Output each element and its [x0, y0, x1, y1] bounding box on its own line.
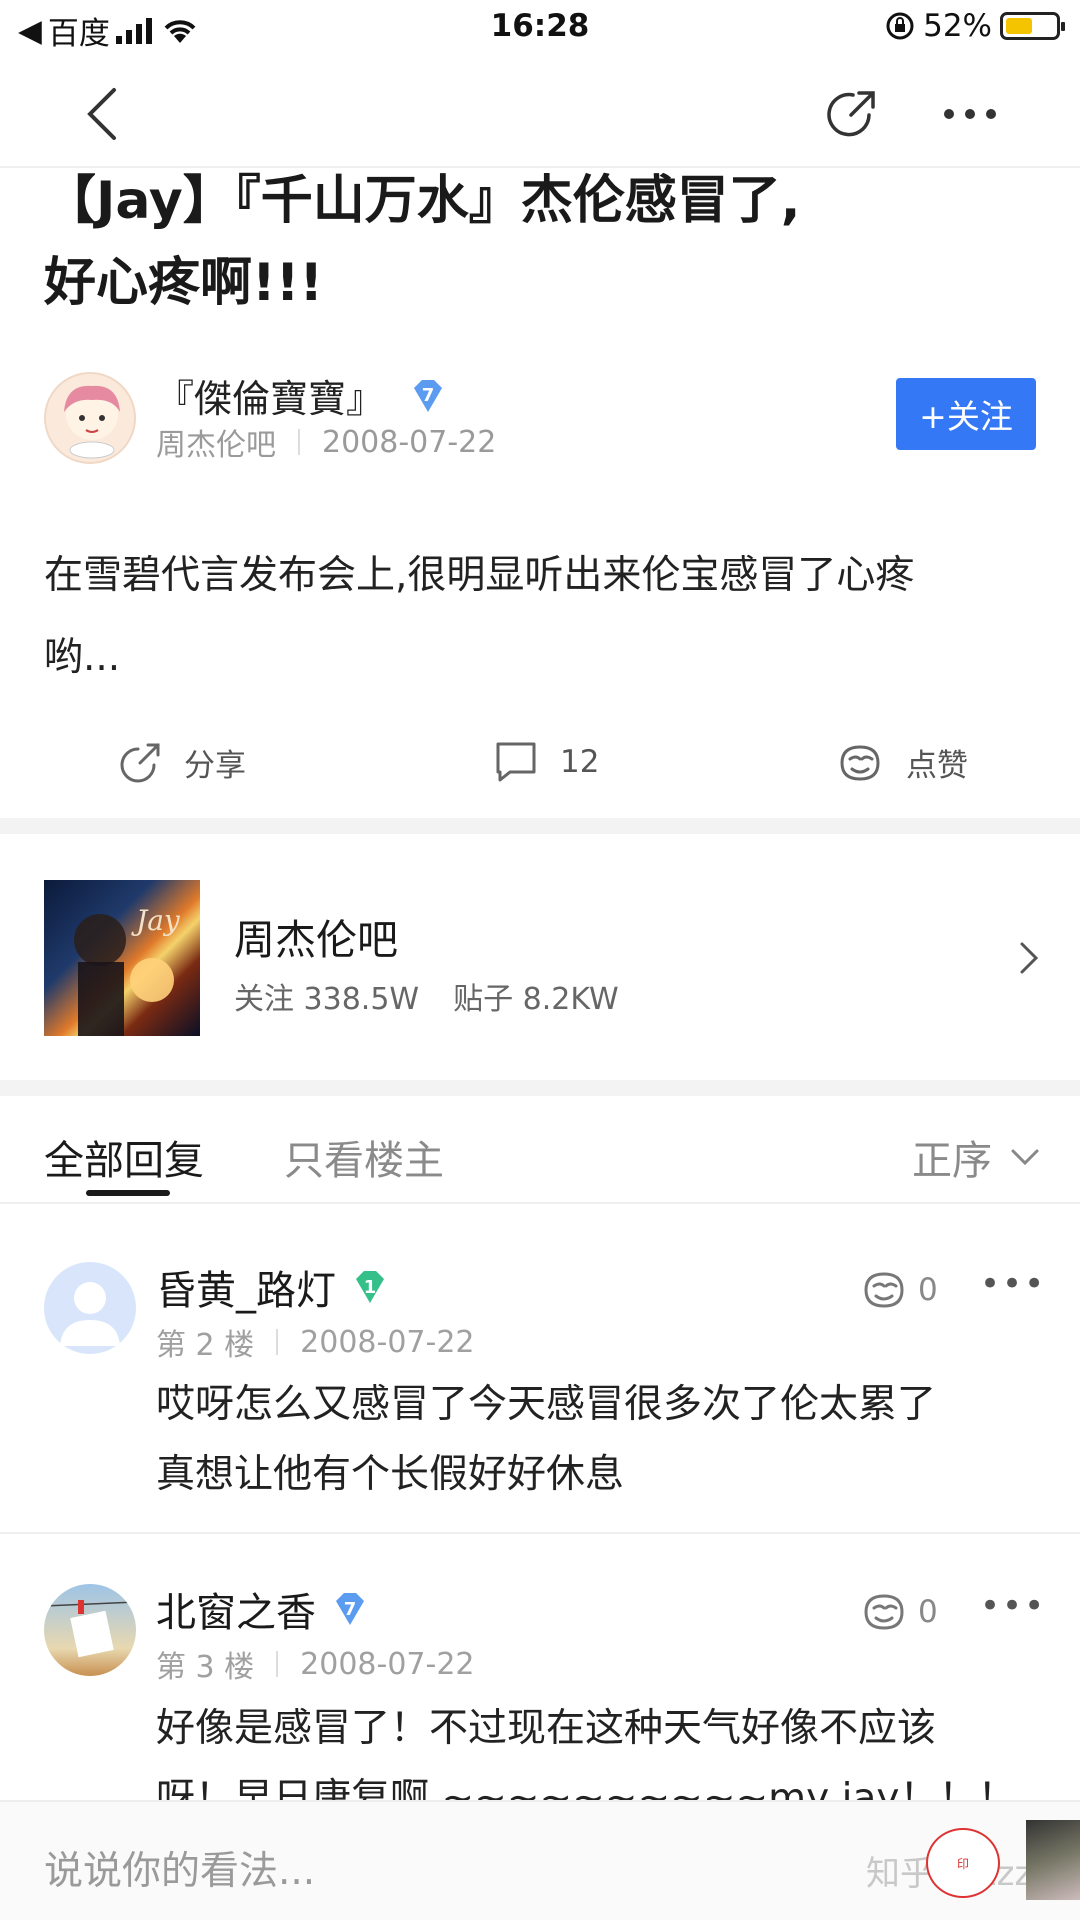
reply-text-line1: 哎呀怎么又感冒了今天感冒很多次了伦太累了: [156, 1382, 937, 1427]
post-date: 2008-07-22: [322, 424, 497, 460]
avatar-photo-note: [44, 1600, 136, 1658]
tab-all-replies[interactable]: 全部回复: [44, 1128, 204, 1186]
meta-separator: [276, 1329, 279, 1355]
corner-photo: [1026, 1820, 1080, 1900]
forum-stats: 关注 338.5W 贴子 8.2KW: [234, 974, 619, 1018]
reply-username[interactable]: 北窗之香: [156, 1580, 316, 1638]
post-forum[interactable]: 周杰伦吧: [156, 420, 276, 464]
tab-active-indicator: [86, 1190, 170, 1196]
reply-text: 哎呀怎么又感冒了今天感冒很多次了伦太累了 真想让他有个长假好好休息: [156, 1370, 1036, 1510]
follow-button[interactable]: +关注: [896, 378, 1036, 450]
forum-cover-image: Jay: [44, 880, 200, 1036]
meta-separator: [276, 1651, 279, 1677]
post-title-line2: 好心疼啊!!!: [44, 253, 324, 313]
reply-tabs: 全部回复 只看楼主 正序: [0, 1094, 1080, 1204]
back-button[interactable]: [70, 82, 134, 146]
like-hand-icon: [864, 1272, 904, 1308]
share-action[interactable]: 分享: [118, 740, 246, 785]
reply-like-button[interactable]: 0: [860, 1590, 938, 1634]
svg-text:Jay: Jay: [131, 904, 181, 937]
author-avatar[interactable]: [44, 372, 136, 464]
like-hand-icon: [864, 1594, 904, 1630]
chevron-down-icon: [1011, 1149, 1039, 1166]
author-name[interactable]: 『傑倫寶寶』: [156, 368, 384, 423]
more-button[interactable]: [938, 82, 1002, 146]
comment-action[interactable]: 12: [494, 740, 599, 784]
reply-like-count: 0: [918, 1594, 938, 1630]
battery-icon: [1000, 12, 1065, 40]
share-icon: [120, 743, 160, 782]
sort-label: 正序: [912, 1138, 992, 1184]
reply-floor: 第 2 楼: [156, 1328, 255, 1363]
share-icon: [827, 91, 875, 137]
reply-meta: 第 3 楼 2008-07-22: [156, 1642, 475, 1686]
post-title-line1: 【Jay】『千山万水』杰伦感冒了,: [44, 171, 801, 231]
reply-floor: 第 3 楼: [156, 1650, 255, 1685]
sort-dropdown[interactable]: 正序: [912, 1128, 1040, 1186]
reply-item: 北窗之香 7 第 3 楼 2008-07-22 0 ••• 好像是感冒了！不过现…: [0, 1534, 1080, 1800]
reply-like-count: 0: [918, 1272, 938, 1308]
reply-name-row: 昏黄_路灯 1: [156, 1258, 390, 1316]
comment-bar: 说说你的看法... 知乎 @zzzzz 印: [0, 1800, 1080, 1920]
reply-text: 好像是感冒了！不过现在这种天气好像不应该 呀！早日康复啊 ~~~~~~~~~~m…: [156, 1694, 1036, 1800]
reply-name-row: 北窗之香 7: [156, 1580, 370, 1638]
like-label: 点赞: [906, 748, 968, 784]
reply-avatar[interactable]: [44, 1262, 136, 1354]
meta-separator: [298, 429, 300, 455]
post-body-line1: 在雪碧代言发布会上,很明显听出来伦宝感冒了心疼: [44, 553, 915, 598]
reply-avatar[interactable]: [44, 1584, 136, 1676]
post-actions: 分享 12 点赞: [0, 730, 1080, 800]
share-label: 分享: [184, 748, 246, 784]
author-name-row: 『傑倫寶寶』 7: [156, 368, 448, 423]
tab-op-only[interactable]: 只看楼主: [284, 1128, 444, 1186]
default-avatar-icon: [60, 1282, 120, 1346]
forum-name: 周杰伦吧: [234, 916, 398, 964]
forum-posts: 贴子 8.2KW: [453, 982, 619, 1017]
battery-percent: 52%: [923, 8, 992, 44]
forum-card[interactable]: Jay 周杰伦吧 关注 338.5W 贴子 8.2KW: [0, 836, 1080, 1076]
reply-username[interactable]: 昏黄_路灯: [156, 1258, 336, 1316]
nav-bar: [0, 56, 1080, 168]
reply-date: 2008-07-22: [300, 1646, 475, 1682]
rotation-lock-icon: [886, 12, 914, 40]
reply-text-line2: 呀！早日康复啊 ~~~~~~~~~~my jay！！！: [156, 1776, 1017, 1800]
section-gap: [0, 818, 1080, 834]
reply-item: 昏黄_路灯 1 第 2 楼 2008-07-22 0 ••• 哎呀怎么又感冒了今…: [0, 1212, 1080, 1532]
reply-text-line1: 好像是感冒了！不过现在这种天气好像不应该: [156, 1706, 937, 1751]
reply-like-button[interactable]: 0: [860, 1268, 938, 1312]
author-level-badge: 7: [408, 378, 448, 414]
forum-cover-art: Jay: [74, 904, 181, 1036]
status-bar: ◀ 百度 16:28 52%: [0, 0, 1080, 56]
reply-level-badge: 7: [330, 1591, 370, 1627]
more-icon: [944, 109, 996, 119]
chevron-left-icon: [87, 88, 116, 140]
comment-icon: [496, 742, 536, 782]
stamp-seal-icon: 印: [926, 1828, 1000, 1898]
reply-more-button[interactable]: •••: [980, 1264, 1046, 1304]
reply-meta: 第 2 楼 2008-07-22: [156, 1320, 475, 1364]
post-body-line2: 哟...: [44, 635, 121, 680]
avatar-illustration: [64, 385, 120, 459]
like-action[interactable]: 点赞: [836, 740, 968, 785]
comment-input[interactable]: 说说你的看法...: [44, 1840, 315, 1896]
chevron-right-icon: [1020, 942, 1039, 974]
comment-count: 12: [560, 744, 600, 780]
reply-more-button[interactable]: •••: [980, 1586, 1046, 1626]
post-body: 在雪碧代言发布会上,很明显听出来伦宝感冒了心疼 哟...: [44, 535, 1024, 699]
post-title: 【Jay】『千山万水』杰伦感冒了, 好心疼啊!!!: [44, 160, 1044, 324]
share-button[interactable]: [820, 82, 884, 146]
reply-level-badge: 1: [350, 1269, 390, 1305]
forum-followers: 关注 338.5W: [234, 982, 420, 1017]
status-right: 52%: [885, 8, 1065, 44]
reply-date: 2008-07-22: [300, 1324, 475, 1360]
like-hand-icon: [840, 744, 880, 781]
reply-text-line2: 真想让他有个长假好好休息: [156, 1452, 625, 1497]
post-meta: 周杰伦吧 2008-07-22: [156, 420, 496, 464]
